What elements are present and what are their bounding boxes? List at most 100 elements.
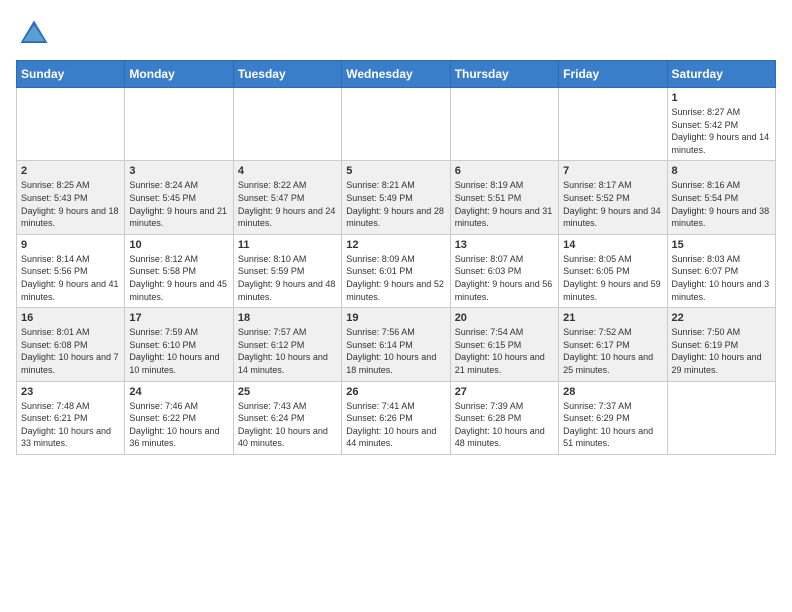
day-number: 2 — [21, 165, 120, 177]
calendar-cell: 27Sunrise: 7:39 AM Sunset: 6:28 PM Dayli… — [450, 381, 558, 454]
calendar-week-row: 23 Sunrise: 7:48 AM Sunset: 6:21 PM Dayli… — [17, 381, 776, 454]
day-number: 13 — [455, 239, 554, 251]
day-number: 7 — [563, 165, 662, 177]
calendar-cell: 3 Sunrise: 8:24 AM Sunset: 5:45 PM Daylig… — [125, 161, 233, 234]
calendar-cell: 15 Sunrise: 8:03 AM Sunset: 6:07 PM Dayli… — [667, 234, 775, 307]
day-info: Sunrise: 7:46 AM Sunset: 6:22 PM Dayligh… — [129, 400, 228, 450]
calendar-cell: 28 Sunrise: 7:37 AM Sunset: 6:29 PM Dayli… — [559, 381, 667, 454]
calendar-cell — [559, 88, 667, 161]
calendar-cell: 4 Sunrise: 8:22 AM Sunset: 5:47 PM Daylig… — [233, 161, 341, 234]
day-info: Sunrise: 7:57 AM Sunset: 6:12 PM Dayligh… — [238, 326, 337, 376]
calendar-cell: 2 Sunrise: 8:25 AM Sunset: 5:43 PM Daylig… — [17, 161, 125, 234]
day-info: Sunrise: 8:27 AM Sunset: 5:42 PM Dayligh… — [672, 106, 771, 156]
calendar-cell: 7 Sunrise: 8:17 AM Sunset: 5:52 PM Daylig… — [559, 161, 667, 234]
logo-icon — [16, 16, 52, 52]
day-info: Sunrise: 7:37 AM Sunset: 6:29 PM Dayligh… — [563, 400, 662, 450]
day-info: Sunrise: 8:24 AM Sunset: 5:45 PM Dayligh… — [129, 179, 228, 229]
calendar-cell: 21 Sunrise: 7:52 AM Sunset: 6:17 PM Dayli… — [559, 308, 667, 381]
calendar-cell: 22Sunrise: 7:50 AM Sunset: 6:19 PM Dayli… — [667, 308, 775, 381]
logo — [16, 16, 58, 52]
day-info: Sunrise: 8:21 AM Sunset: 5:49 PM Dayligh… — [346, 179, 445, 229]
day-number: 14 — [563, 239, 662, 251]
col-header-tuesday: Tuesday — [233, 61, 341, 88]
day-info: Sunrise: 8:12 AM Sunset: 5:58 PM Dayligh… — [129, 253, 228, 303]
calendar-cell: 26 Sunrise: 7:41 AM Sunset: 6:26 PM Dayli… — [342, 381, 450, 454]
day-number: 25 — [238, 386, 337, 398]
calendar-cell: 16 Sunrise: 8:01 AM Sunset: 6:08 PM Dayli… — [17, 308, 125, 381]
col-header-sunday: Sunday — [17, 61, 125, 88]
day-number: 21 — [563, 312, 662, 324]
col-header-saturday: Saturday — [667, 61, 775, 88]
calendar-cell: 20 Sunrise: 7:54 AM Sunset: 6:15 PM Dayli… — [450, 308, 558, 381]
day-number: 10 — [129, 239, 228, 251]
day-number: 20 — [455, 312, 554, 324]
calendar-cell: 23 Sunrise: 7:48 AM Sunset: 6:21 PM Dayli… — [17, 381, 125, 454]
col-header-wednesday: Wednesday — [342, 61, 450, 88]
calendar-cell: 19 Sunrise: 7:56 AM Sunset: 6:14 PM Dayli… — [342, 308, 450, 381]
calendar-cell — [233, 88, 341, 161]
day-number: 8 — [672, 165, 771, 177]
calendar-cell — [342, 88, 450, 161]
calendar-cell: 10 Sunrise: 8:12 AM Sunset: 5:58 PM Dayli… — [125, 234, 233, 307]
calendar-cell: 9 Sunrise: 8:14 AM Sunset: 5:56 PM Daylig… — [17, 234, 125, 307]
day-info: Sunrise: 8:25 AM Sunset: 5:43 PM Dayligh… — [21, 179, 120, 229]
day-info: Sunrise: 7:56 AM Sunset: 6:14 PM Dayligh… — [346, 326, 445, 376]
calendar-cell: 1 Sunrise: 8:27 AM Sunset: 5:42 PM Daylig… — [667, 88, 775, 161]
day-info: Sunrise: 7:59 AM Sunset: 6:10 PM Dayligh… — [129, 326, 228, 376]
day-info: Sunrise: 7:50 AM Sunset: 6:19 PM Dayligh… — [672, 326, 771, 376]
day-info: Sunrise: 7:54 AM Sunset: 6:15 PM Dayligh… — [455, 326, 554, 376]
day-number: 18 — [238, 312, 337, 324]
day-info: Sunrise: 8:03 AM Sunset: 6:07 PM Dayligh… — [672, 253, 771, 303]
calendar-cell: 25 Sunrise: 7:43 AM Sunset: 6:24 PM Dayli… — [233, 381, 341, 454]
calendar-cell — [450, 88, 558, 161]
calendar-cell: 13 Sunrise: 8:07 AM Sunset: 6:03 PM Dayli… — [450, 234, 558, 307]
calendar-cell: 18 Sunrise: 7:57 AM Sunset: 6:12 PM Dayli… — [233, 308, 341, 381]
day-number: 5 — [346, 165, 445, 177]
calendar-cell: 17Sunrise: 7:59 AM Sunset: 6:10 PM Dayli… — [125, 308, 233, 381]
calendar-cell — [667, 381, 775, 454]
day-number: 23 — [21, 386, 120, 398]
day-info: Sunrise: 7:48 AM Sunset: 6:21 PM Dayligh… — [21, 400, 120, 450]
day-number: 16 — [21, 312, 120, 324]
calendar-table: SundayMondayTuesdayWednesdayThursdayFrid… — [16, 60, 776, 455]
day-number: 1 — [672, 92, 771, 104]
calendar-week-row: 2 Sunrise: 8:25 AM Sunset: 5:43 PM Daylig… — [17, 161, 776, 234]
calendar-header-row: SundayMondayTuesdayWednesdayThursdayFrid… — [17, 61, 776, 88]
calendar-cell: 12Sunrise: 8:09 AM Sunset: 6:01 PM Dayli… — [342, 234, 450, 307]
calendar-cell: 11 Sunrise: 8:10 AM Sunset: 5:59 PM Dayli… — [233, 234, 341, 307]
day-number: 3 — [129, 165, 228, 177]
col-header-friday: Friday — [559, 61, 667, 88]
calendar-cell: 6 Sunrise: 8:19 AM Sunset: 5:51 PM Daylig… — [450, 161, 558, 234]
day-info: Sunrise: 7:39 AM Sunset: 6:28 PM Dayligh… — [455, 400, 554, 450]
day-number: 11 — [238, 239, 337, 251]
col-header-thursday: Thursday — [450, 61, 558, 88]
day-number: 9 — [21, 239, 120, 251]
calendar-cell — [17, 88, 125, 161]
day-info: Sunrise: 8:17 AM Sunset: 5:52 PM Dayligh… — [563, 179, 662, 229]
day-info: Sunrise: 7:43 AM Sunset: 6:24 PM Dayligh… — [238, 400, 337, 450]
day-info: Sunrise: 8:22 AM Sunset: 5:47 PM Dayligh… — [238, 179, 337, 229]
day-number: 26 — [346, 386, 445, 398]
day-number: 24 — [129, 386, 228, 398]
day-info: Sunrise: 8:19 AM Sunset: 5:51 PM Dayligh… — [455, 179, 554, 229]
day-info: Sunrise: 7:41 AM Sunset: 6:26 PM Dayligh… — [346, 400, 445, 450]
calendar-week-row: 9 Sunrise: 8:14 AM Sunset: 5:56 PM Daylig… — [17, 234, 776, 307]
page-header — [16, 16, 776, 52]
day-number: 19 — [346, 312, 445, 324]
calendar-cell: 24 Sunrise: 7:46 AM Sunset: 6:22 PM Dayli… — [125, 381, 233, 454]
day-number: 15 — [672, 239, 771, 251]
day-info: Sunrise: 7:52 AM Sunset: 6:17 PM Dayligh… — [563, 326, 662, 376]
day-info: Sunrise: 8:05 AM Sunset: 6:05 PM Dayligh… — [563, 253, 662, 303]
day-number: 4 — [238, 165, 337, 177]
day-number: 6 — [455, 165, 554, 177]
calendar-week-row: 16 Sunrise: 8:01 AM Sunset: 6:08 PM Dayli… — [17, 308, 776, 381]
day-info: Sunrise: 8:10 AM Sunset: 5:59 PM Dayligh… — [238, 253, 337, 303]
day-info: Sunrise: 8:07 AM Sunset: 6:03 PM Dayligh… — [455, 253, 554, 303]
day-info: Sunrise: 8:14 AM Sunset: 5:56 PM Dayligh… — [21, 253, 120, 303]
day-number: 28 — [563, 386, 662, 398]
day-info: Sunrise: 8:01 AM Sunset: 6:08 PM Dayligh… — [21, 326, 120, 376]
calendar-cell: 5 Sunrise: 8:21 AM Sunset: 5:49 PM Daylig… — [342, 161, 450, 234]
day-info: Sunrise: 8:09 AM Sunset: 6:01 PM Dayligh… — [346, 253, 445, 303]
day-info: Sunrise: 8:16 AM Sunset: 5:54 PM Dayligh… — [672, 179, 771, 229]
calendar-cell: 8 Sunrise: 8:16 AM Sunset: 5:54 PM Daylig… — [667, 161, 775, 234]
